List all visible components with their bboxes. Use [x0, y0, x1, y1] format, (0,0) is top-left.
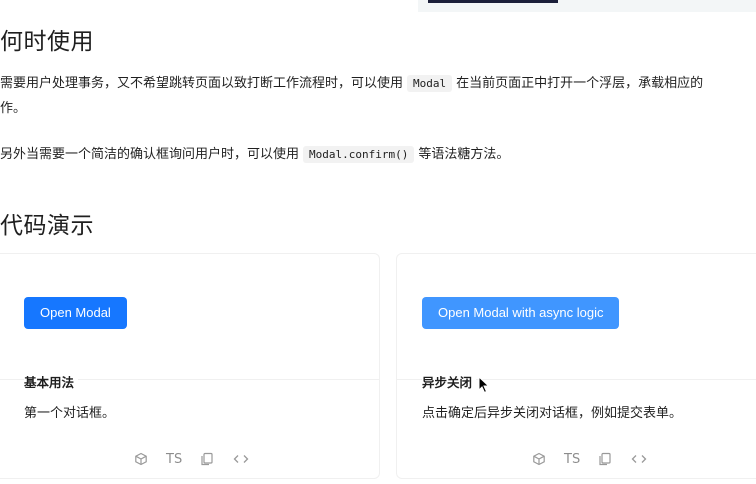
code-expand-icon[interactable]	[630, 452, 648, 466]
demo-description: 第一个对话框。	[24, 406, 116, 421]
inline-code-modal: Modal	[407, 75, 453, 92]
demo-title[interactable]: 异步关闭	[422, 372, 477, 391]
demo-title[interactable]: 基本用法	[24, 372, 79, 391]
copy-icon[interactable]	[598, 452, 612, 466]
ts-toggle[interactable]: TS	[564, 452, 580, 467]
section-title-when-to-use: 何时使用	[0, 29, 94, 55]
intro-text-1b: 在当前页面正中打开一个浮层，承载相应的	[456, 76, 704, 91]
demo-description: 点击确定后异步关闭对话框，例如提交表单。	[422, 406, 683, 421]
code-expand-icon[interactable]	[232, 452, 250, 466]
demo-actions: TS	[532, 450, 648, 468]
intro-text-1a: 需要用户处理事务，又不希望跳转页面以致打断工作流程时，可以使用	[0, 76, 404, 91]
section-title-code-demo: 代码演示	[0, 213, 94, 239]
intro-paragraph-1-line2: 作。	[0, 101, 27, 116]
demo-card-basic: Open Modal 基本用法 第一个对话框。 TS	[0, 253, 380, 479]
intro-text-2b: 等语法糖方法。	[418, 147, 510, 162]
intro-text-2a: 另外当需要一个简洁的确认框询问用户时，可以使用	[0, 147, 300, 162]
demo-actions: TS	[134, 450, 250, 468]
cursor-icon	[478, 375, 490, 398]
codesandbox-icon[interactable]	[532, 452, 546, 466]
intro-paragraph-2: 另外当需要一个简洁的确认框询问用户时，可以使用 Modal.confirm() 等语…	[0, 144, 509, 166]
header-accent	[428, 0, 558, 3]
top-header-strip	[418, 0, 756, 12]
inline-code-confirm: Modal.confirm()	[303, 146, 415, 163]
open-modal-button[interactable]: Open Modal	[24, 297, 127, 329]
intro-paragraph-1: 需要用户处理事务，又不希望跳转页面以致打断工作流程时，可以使用 Modal 在当前页…	[0, 73, 703, 95]
copy-icon[interactable]	[200, 452, 214, 466]
open-modal-async-button[interactable]: Open Modal with async logic	[422, 297, 620, 329]
demo-card-async: Open Modal with async logic 异步关闭 点击确定后异步…	[396, 253, 756, 479]
ts-toggle[interactable]: TS	[166, 452, 182, 467]
codesandbox-icon[interactable]	[134, 452, 148, 466]
